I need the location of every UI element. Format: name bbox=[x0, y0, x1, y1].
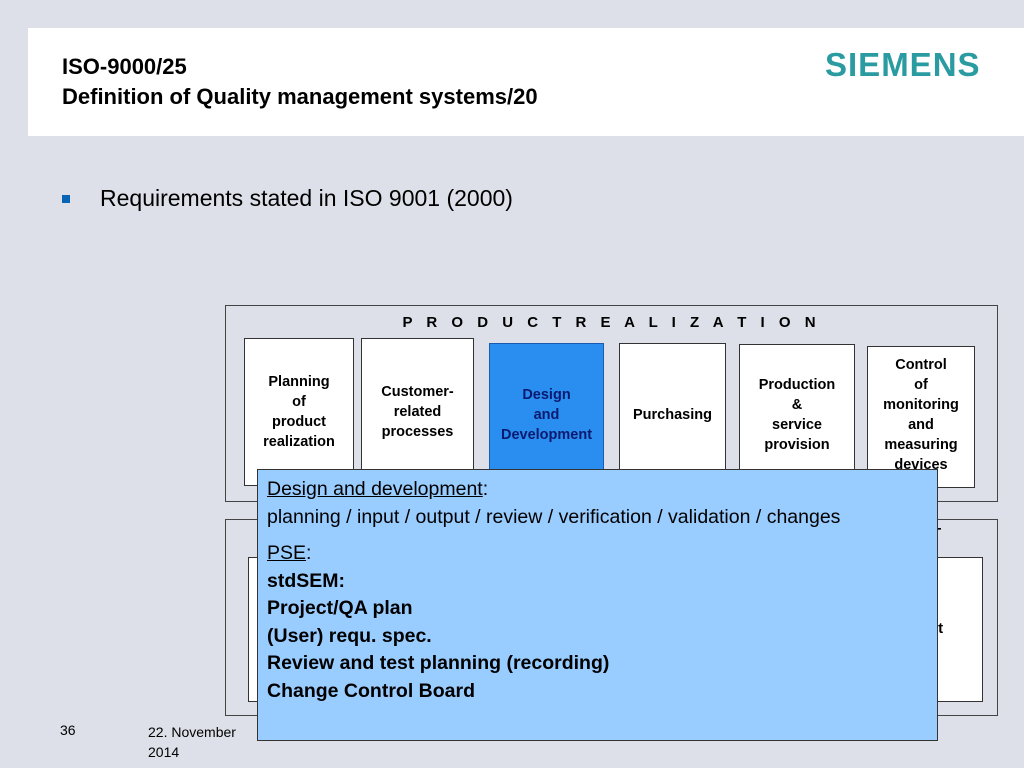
process-planning[interactable]: Planning of product realization bbox=[244, 338, 354, 486]
slide-title: ISO-9000/25 Definition of Quality manage… bbox=[62, 52, 538, 112]
siemens-logo: SIEMENS bbox=[825, 46, 981, 83]
process-label: Planning of product realization bbox=[263, 374, 335, 450]
callout-heading-colon: : bbox=[482, 478, 489, 500]
process-label: Customer- related processes bbox=[381, 384, 454, 440]
page-number: 36 bbox=[60, 722, 76, 738]
callout-item: Change Control Board bbox=[267, 679, 475, 702]
title-line-2: Definition of Quality management systems… bbox=[62, 84, 538, 109]
callout-pse-colon: : bbox=[306, 542, 312, 564]
process-production[interactable]: Production & service provision bbox=[739, 344, 855, 486]
product-realization-title: P R O D U C T R E A L I Z A T I O N bbox=[402, 314, 821, 331]
slide-header: ISO-9000/25 Definition of Quality manage… bbox=[28, 28, 1024, 136]
callout-pse: PSE: bbox=[267, 540, 928, 568]
design-development-callout: Design and development: planning / input… bbox=[257, 469, 938, 741]
footer-date: 22. November 2014 bbox=[148, 724, 236, 760]
callout-heading: Design and development: bbox=[267, 476, 928, 504]
title-line-1: ISO-9000/25 bbox=[62, 54, 187, 79]
process-label: Purchasing bbox=[633, 406, 712, 423]
callout-item: Review and test planning (recording) bbox=[267, 652, 610, 674]
process-label: Production & service provision bbox=[758, 377, 836, 453]
bullet-square-icon bbox=[62, 195, 70, 203]
process-label: Design and Development bbox=[500, 386, 593, 443]
bullet-text: Requirements stated in ISO 9001 (2000) bbox=[100, 185, 513, 211]
process-label: Control of monitoring and measuring devi… bbox=[883, 357, 959, 473]
callout-item: (User) requ. spec. bbox=[267, 624, 432, 647]
callout-body: planning / input / output / review / ver… bbox=[267, 505, 841, 528]
process-purchasing[interactable]: Purchasing bbox=[619, 343, 726, 486]
callout-item: Project/QA plan bbox=[267, 597, 413, 619]
callout-pse-label: PSE bbox=[267, 542, 307, 564]
process-design-development[interactable]: Design and Development bbox=[489, 343, 604, 486]
process-control-monitoring[interactable]: Control of monitoring and measuring devi… bbox=[867, 346, 975, 488]
process-customer-related[interactable]: Customer- related processes bbox=[361, 338, 474, 486]
callout-item: stdSEM: bbox=[267, 569, 345, 592]
callout-heading-text: Design and development bbox=[267, 478, 483, 500]
